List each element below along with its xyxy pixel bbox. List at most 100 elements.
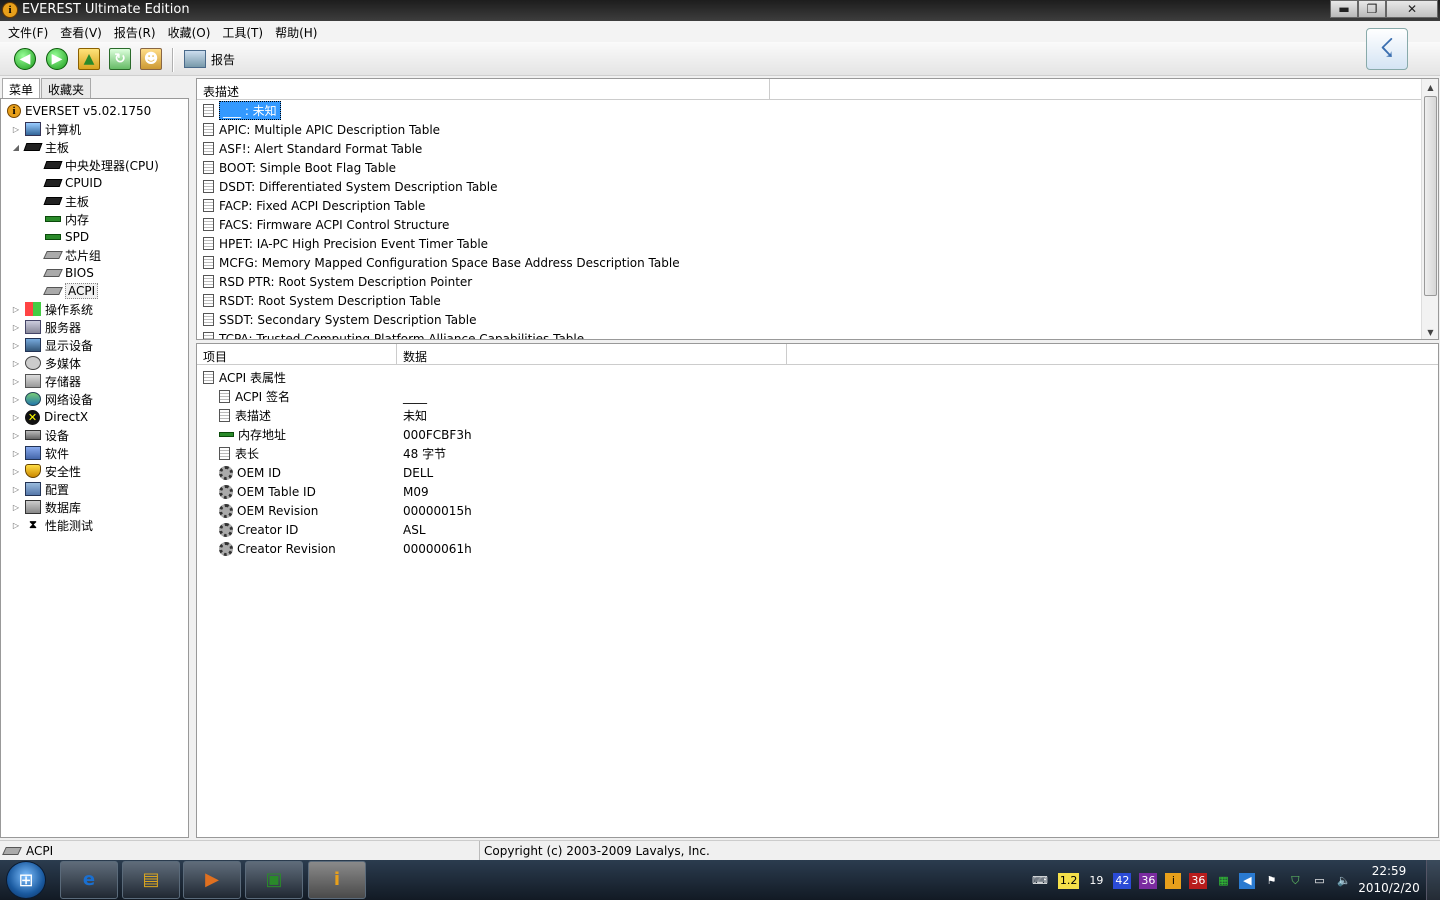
maximize-button[interactable]: ❐ bbox=[1358, 0, 1386, 18]
scroll-down-icon[interactable]: ▼ bbox=[1422, 324, 1438, 339]
expand-icon[interactable]: ▷ bbox=[11, 359, 21, 368]
detail-group-header[interactable]: ACPI 表属性 bbox=[203, 368, 286, 387]
up-folder-icon[interactable]: ▲ bbox=[78, 48, 100, 70]
table-row[interactable]: RSDT: Root System Description Table bbox=[203, 291, 441, 310]
everest-tray-icon[interactable]: i bbox=[1165, 873, 1182, 889]
detail-row[interactable]: ACPI 签名 bbox=[219, 387, 290, 406]
expand-icon[interactable]: ▷ bbox=[11, 395, 21, 404]
column-header-item[interactable]: 项目 bbox=[197, 344, 397, 365]
expand-icon[interactable]: ▷ bbox=[11, 521, 21, 530]
detail-row[interactable]: 内存地址 bbox=[219, 425, 286, 444]
tree-item[interactable]: ▷ 软件 bbox=[11, 444, 69, 462]
clock[interactable]: 22:59 2010/2/20 bbox=[1356, 863, 1422, 897]
tree-item[interactable]: 内存 bbox=[31, 210, 89, 228]
table-row[interactable]: SSDT: Secondary System Description Table bbox=[203, 310, 476, 329]
refresh-icon[interactable]: ↻ bbox=[109, 48, 131, 70]
table-row[interactable]: FACS: Firmware ACPI Control Structure bbox=[203, 215, 449, 234]
temp-icon[interactable]: 42 bbox=[1113, 873, 1132, 889]
users-icon[interactable]: ☻ bbox=[140, 48, 162, 70]
tree-item[interactable]: ▷ 显示设备 bbox=[11, 336, 93, 354]
tree-item[interactable]: ▷ 服务器 bbox=[11, 318, 81, 336]
detail-row[interactable]: 表描述 bbox=[219, 406, 271, 425]
tree-item[interactable]: ▷ ⧗ 性能测试 bbox=[11, 516, 93, 534]
network-tray-icon[interactable]: ▭ bbox=[1311, 873, 1327, 889]
detail-row[interactable]: Creator ID bbox=[219, 520, 298, 539]
expand-icon[interactable]: ▷ bbox=[11, 449, 21, 458]
vertical-scrollbar[interactable]: ▲ ▼ bbox=[1421, 79, 1438, 339]
cpu-load-icon[interactable]: 1.2 bbox=[1057, 873, 1080, 889]
tree-item[interactable]: ACPI bbox=[31, 282, 99, 300]
tree-item[interactable]: SPD bbox=[31, 228, 89, 246]
monitor-app-icon[interactable]: ▣ bbox=[245, 861, 303, 899]
column-header-data[interactable]: 数据 bbox=[397, 344, 787, 365]
expand-icon[interactable]: ▷ bbox=[11, 323, 21, 332]
detail-row[interactable]: Creator Revision bbox=[219, 539, 336, 558]
tree-item[interactable]: 中央处理器(CPU) bbox=[31, 156, 159, 174]
tree-item[interactable]: BIOS bbox=[31, 264, 94, 282]
expand-icon[interactable]: ▷ bbox=[11, 125, 21, 134]
table-row[interactable]: TCPA: Trusted Computing Platform Allianc… bbox=[203, 329, 584, 339]
tab-favorites[interactable]: 收藏夹 bbox=[41, 78, 92, 99]
flag-icon[interactable]: ⚑ bbox=[1263, 873, 1279, 889]
expand-icon[interactable]: ▷ bbox=[11, 467, 21, 476]
expand-icon[interactable]: ▷ bbox=[11, 377, 21, 386]
tree-item[interactable]: ▷ 数据库 bbox=[11, 498, 81, 516]
menu-favorites[interactable]: 收藏(O) bbox=[162, 21, 217, 42]
detail-row[interactable]: OEM ID bbox=[219, 463, 281, 482]
tree-item[interactable]: ▷ 操作系统 bbox=[11, 300, 93, 318]
tree-item[interactable]: i EVERSET v5.02.1750 bbox=[7, 102, 151, 120]
show-desktop-button[interactable] bbox=[1426, 860, 1440, 900]
explorer-icon[interactable]: ▤ bbox=[122, 861, 180, 899]
temp-icon[interactable]: 19 bbox=[1087, 873, 1105, 889]
tree-item[interactable]: ▷ 网络设备 bbox=[11, 390, 93, 408]
tree-item[interactable]: ▷ 存储器 bbox=[11, 372, 81, 390]
table-row[interactable]: BOOT: Simple Boot Flag Table bbox=[203, 158, 396, 177]
table-row[interactable]: MCFG: Memory Mapped Configuration Space … bbox=[203, 253, 680, 272]
menu-view[interactable]: 查看(V) bbox=[54, 21, 108, 42]
temp-icon[interactable]: 36 bbox=[1189, 873, 1208, 889]
everest-logo-button[interactable]: ☇ bbox=[1366, 28, 1408, 70]
everest-icon[interactable]: i bbox=[308, 861, 366, 899]
green-grid-icon[interactable]: ▦ bbox=[1215, 873, 1231, 889]
minimize-button[interactable]: ▬ bbox=[1330, 0, 1358, 18]
tree-item[interactable]: ▷ 安全性 bbox=[11, 462, 81, 480]
menu-tools[interactable]: 工具(T) bbox=[216, 21, 269, 42]
tree-item[interactable]: ▷ 配置 bbox=[11, 480, 69, 498]
app-tray-icon[interactable]: ◀ bbox=[1239, 873, 1256, 889]
table-row[interactable]: ___ : 未知 bbox=[203, 101, 281, 120]
expand-icon[interactable]: ▷ bbox=[11, 413, 21, 422]
collapse-icon[interactable]: ◢ bbox=[11, 143, 21, 152]
tree-item[interactable]: ◢ 主板 bbox=[11, 138, 69, 156]
scroll-up-icon[interactable]: ▲ bbox=[1422, 79, 1438, 96]
table-row[interactable]: RSD PTR: Root System Description Pointer bbox=[203, 272, 472, 291]
expand-icon[interactable]: ▷ bbox=[11, 503, 21, 512]
tree-item[interactable]: CPUID bbox=[31, 174, 102, 192]
detail-row[interactable]: OEM Table ID bbox=[219, 482, 316, 501]
table-row[interactable]: FACP: Fixed ACPI Description Table bbox=[203, 196, 425, 215]
expand-icon[interactable]: ▷ bbox=[11, 341, 21, 350]
back-arrow-icon[interactable]: ◀ bbox=[14, 48, 36, 70]
tree-item[interactable]: ▷ 多媒体 bbox=[11, 354, 81, 372]
tab-menu[interactable]: 菜单 bbox=[2, 78, 41, 99]
table-row[interactable]: HPET: IA-PC High Precision Event Timer T… bbox=[203, 234, 488, 253]
expand-icon[interactable]: ▷ bbox=[11, 485, 21, 494]
media-player-icon[interactable]: ▶ bbox=[183, 861, 241, 899]
tree-item[interactable]: 芯片组 bbox=[31, 246, 101, 264]
menu-help[interactable]: 帮助(H) bbox=[269, 21, 323, 42]
detail-row[interactable]: 表长 bbox=[219, 444, 259, 463]
table-row[interactable]: DSDT: Differentiated System Description … bbox=[203, 177, 498, 196]
shield-icon[interactable]: ⛉ bbox=[1287, 873, 1303, 889]
report-button[interactable]: 报告 bbox=[184, 48, 235, 70]
keyboard-icon[interactable]: ⌨ bbox=[1030, 873, 1050, 889]
volume-icon[interactable]: 🔈 bbox=[1335, 873, 1353, 889]
table-row[interactable]: ASF!: Alert Standard Format Table bbox=[203, 139, 422, 158]
tree-item[interactable]: ▷ ✕ DirectX bbox=[11, 408, 88, 426]
menu-file[interactable]: 文件(F) bbox=[2, 21, 54, 42]
start-button[interactable]: ⊞ bbox=[6, 861, 46, 899]
table-row[interactable]: APIC: Multiple APIC Description Table bbox=[203, 120, 440, 139]
tree-item[interactable]: 主板 bbox=[31, 192, 89, 210]
tree-item[interactable]: ▷ 计算机 bbox=[11, 120, 81, 138]
scroll-thumb[interactable] bbox=[1424, 96, 1437, 296]
expand-icon[interactable]: ▷ bbox=[11, 305, 21, 314]
ie-icon[interactable]: e bbox=[60, 861, 118, 899]
